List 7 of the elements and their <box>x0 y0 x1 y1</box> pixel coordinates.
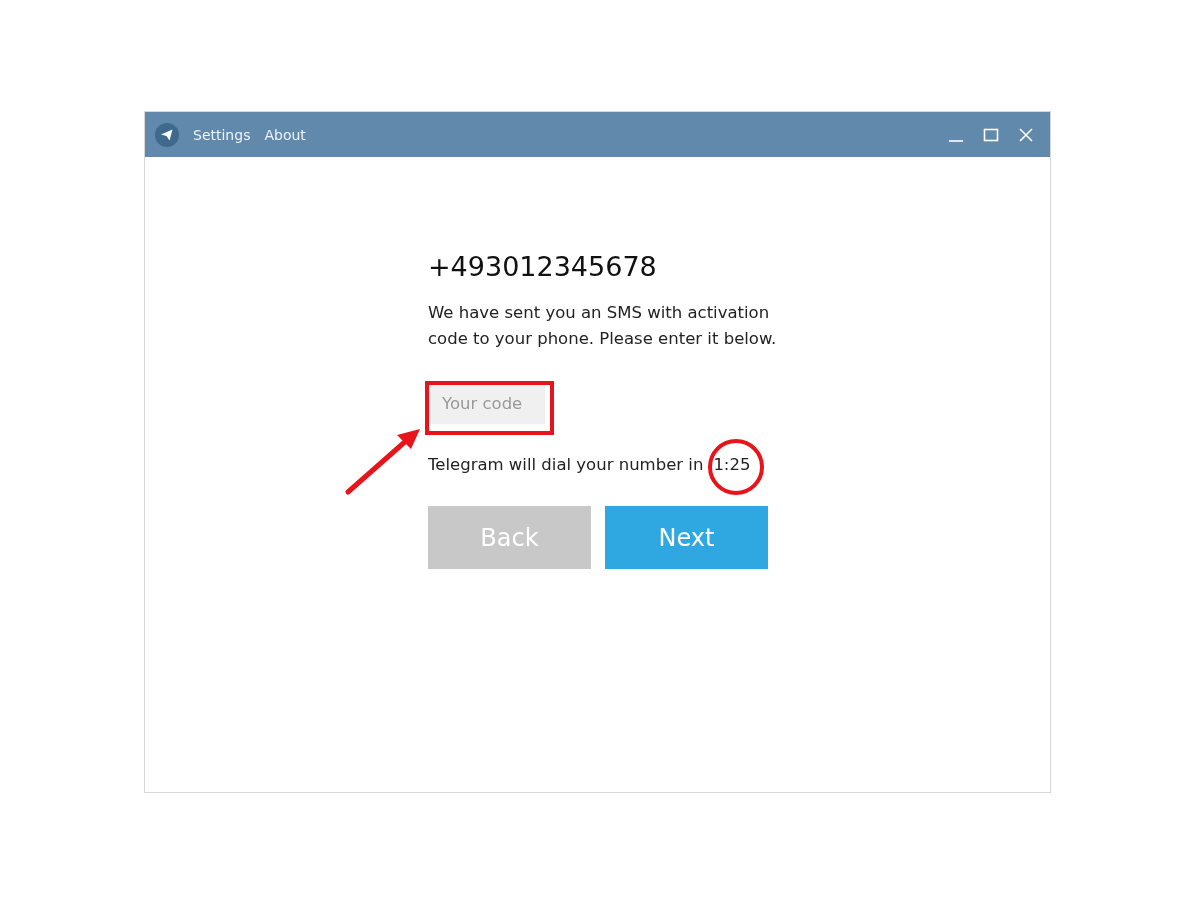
countdown-timer: 1:25 <box>713 455 751 474</box>
phone-number: +493012345678 <box>428 251 657 282</box>
menu-link[interactable]: About <box>264 126 306 143</box>
dial-notice-text: Telegram will dial your number in <box>428 455 704 474</box>
menu-link[interactable]: Settings <box>193 126 251 143</box>
nav-button[interactable]: Next <box>605 506 768 569</box>
instruction-text: We have sent you an SMS with activation code to your phone. Please enter it below. <box>428 302 778 350</box>
